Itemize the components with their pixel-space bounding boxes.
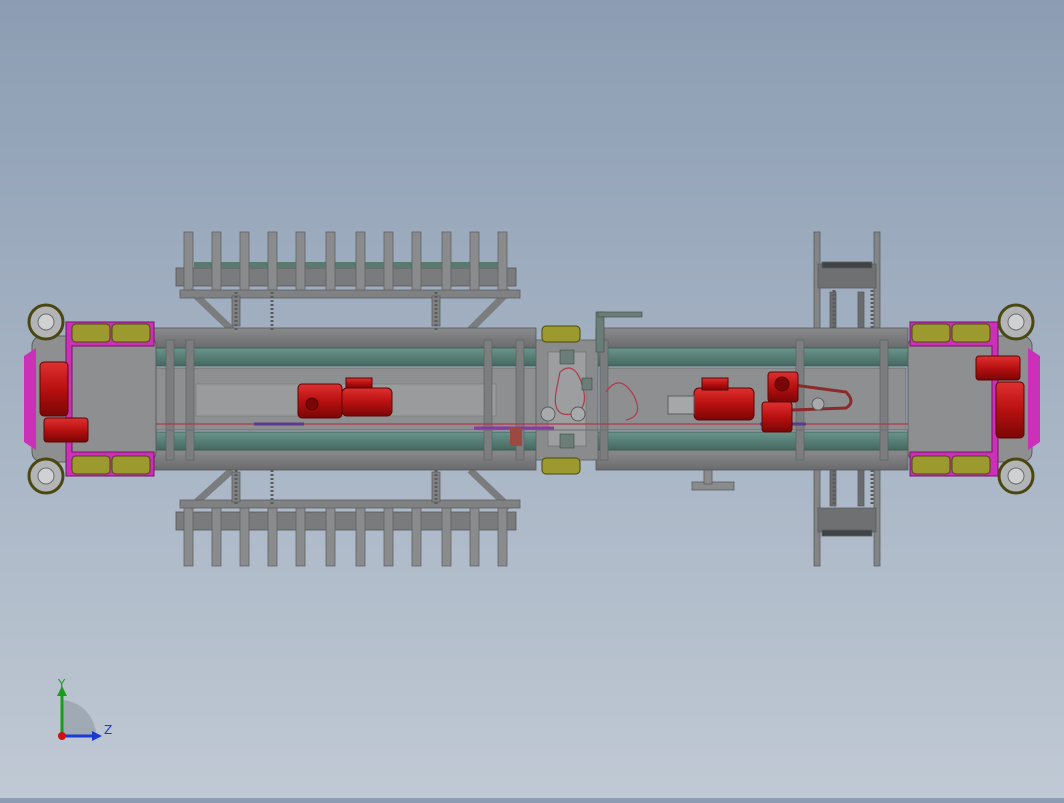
left-upper-comb	[175, 231, 521, 333]
z-axis-label: Z	[104, 723, 112, 737]
origin-dot	[58, 732, 66, 740]
y-axis-label: Y	[57, 677, 66, 691]
right-upper-carriage	[813, 231, 881, 333]
center-bottom-bracket	[691, 469, 735, 491]
triad-plane	[62, 700, 97, 736]
cad-viewport[interactable]	[0, 0, 1064, 798]
assembly-drawing	[24, 231, 1040, 567]
left-lower-comb	[175, 467, 521, 567]
right-lower-carriage	[813, 465, 881, 567]
coordinate-triad: Y Z	[48, 676, 128, 746]
